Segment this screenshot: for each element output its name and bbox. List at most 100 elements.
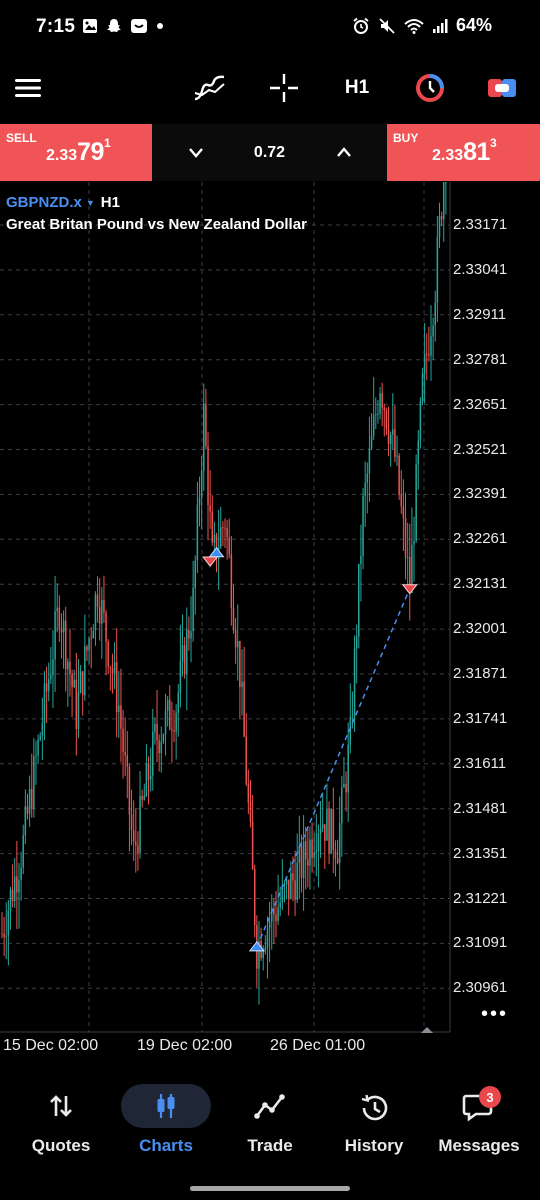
candle-body (111, 667, 114, 674)
candle-body (43, 683, 46, 724)
menu-button[interactable] (6, 68, 50, 108)
candle-body (132, 830, 135, 842)
price-tick-label: 2.32261 (453, 530, 508, 548)
candle-body (194, 560, 197, 588)
candle-body (347, 744, 349, 793)
candle-body (338, 823, 341, 864)
buy-button[interactable]: BUY 2.33813 (387, 124, 540, 181)
candle-body (313, 852, 315, 859)
candle-body (302, 841, 305, 878)
candle-body (330, 809, 332, 854)
candle-body (152, 731, 154, 776)
nav-quotes[interactable]: Quotes (9, 1078, 113, 1168)
scroll-end-icon (421, 1027, 433, 1033)
candle-body (60, 628, 63, 633)
candle-body (162, 734, 165, 742)
candle-body (69, 661, 71, 675)
home-indicator[interactable] (190, 1186, 350, 1191)
candle-body (158, 740, 160, 754)
nav-quotes-label: Quotes (31, 1136, 91, 1155)
candle-body (372, 414, 375, 436)
more-options-icon[interactable]: ••• (481, 1003, 508, 1026)
one-click-trading-button[interactable] (408, 68, 452, 108)
nav-charts-label: Charts (139, 1136, 193, 1155)
candle-body (177, 692, 180, 713)
sell-button[interactable]: SELL 2.33791 (0, 124, 152, 181)
candle-body (381, 393, 383, 408)
candle-body (311, 839, 313, 859)
candle-body (317, 833, 320, 852)
candle-body (423, 353, 426, 374)
candle-body (228, 537, 231, 555)
sell-arrow-icon (401, 584, 418, 595)
candle-body (58, 607, 61, 629)
messages-badge: 3 (479, 1086, 501, 1108)
candle-body (243, 681, 245, 737)
candle-body (173, 730, 175, 732)
one-click-trading-icon (416, 74, 444, 102)
time-tick-label: 26 Dec 01:00 (270, 1037, 366, 1054)
candle-body (277, 907, 279, 922)
candle-body (341, 787, 343, 824)
nav-history[interactable]: History (322, 1078, 426, 1168)
candle-body (156, 724, 158, 741)
candle-body (400, 495, 403, 507)
sell-arrow-icon (202, 556, 219, 567)
candle-body (290, 873, 292, 899)
candle-body (300, 846, 303, 878)
candle-body (52, 659, 54, 676)
new-order-button[interactable] (480, 68, 524, 108)
candle-body (209, 505, 211, 512)
candle-body (294, 880, 296, 900)
candle-body (9, 889, 12, 911)
candle-body (442, 182, 445, 220)
candle-body (287, 879, 290, 899)
candle-body (81, 671, 84, 696)
candle-body (105, 612, 107, 642)
timeframe-button[interactable]: H1 (335, 68, 379, 108)
candle-body (358, 563, 360, 637)
candle-body (73, 679, 75, 688)
candle-body (334, 849, 337, 859)
candle-body (149, 775, 152, 780)
candle-body (18, 879, 20, 893)
candle-body (241, 681, 243, 687)
status-time: 7:15 (36, 16, 76, 37)
price-tick-label: 2.31351 (453, 844, 508, 862)
indicators-button[interactable] (188, 68, 232, 108)
candle-body (183, 645, 186, 674)
nav-trade[interactable]: Trade (218, 1078, 322, 1168)
nav-charts[interactable]: Charts (114, 1078, 218, 1168)
candle-body (13, 876, 16, 902)
symbol-name[interactable]: GBPNZD.x (6, 194, 82, 211)
snapchat-icon (107, 19, 121, 32)
candle-body (355, 636, 358, 649)
crosshair-button[interactable] (262, 68, 306, 108)
candle-body (417, 440, 420, 465)
candle-body (383, 407, 386, 411)
price-tick-label: 2.32391 (453, 485, 508, 503)
bottom-navigation: Quotes Charts Trade History Messages (0, 1078, 540, 1168)
buy-arrow-icon (208, 546, 225, 558)
candle-body (266, 928, 269, 948)
chevron-up-icon[interactable] (330, 140, 358, 166)
candle-body (147, 763, 150, 780)
symbol-dropdown-icon[interactable]: ▼ (86, 198, 95, 208)
candle-body (96, 594, 99, 607)
candle-body (128, 766, 131, 815)
candle-body (402, 506, 405, 518)
candle-body (343, 783, 345, 788)
candle-body (84, 646, 86, 696)
candle-body (198, 497, 201, 505)
price-tick-label: 2.32131 (453, 575, 508, 593)
candle-body (421, 373, 424, 401)
candle-body (440, 216, 443, 220)
candle-body (304, 841, 307, 860)
candle-body (264, 947, 267, 951)
candle-body (366, 473, 369, 483)
crosshair-icon (270, 74, 298, 102)
candle-body (118, 705, 120, 713)
trade-panel: SELL 2.33791 0.72 BUY 2.33813 (0, 124, 540, 181)
wifi-icon (404, 18, 424, 34)
candle-body (54, 611, 56, 660)
